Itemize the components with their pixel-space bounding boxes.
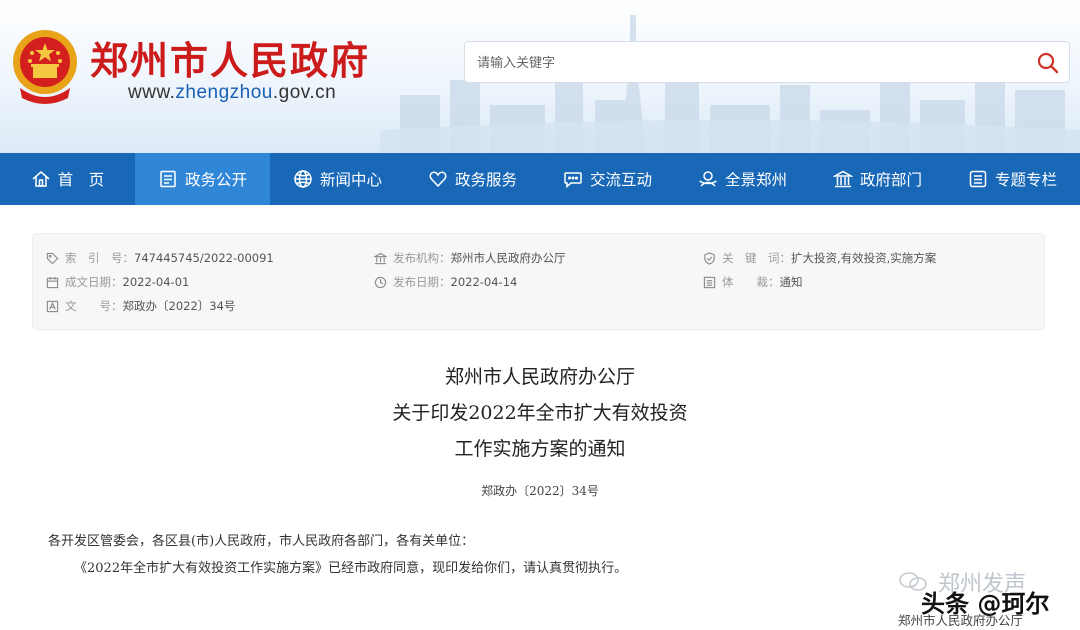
national-emblem-icon (13, 30, 77, 104)
document-icon (160, 170, 176, 188)
nav-item-government-affairs[interactable]: 政务公开 (135, 153, 270, 205)
site-url[interactable]: www.zhengzhou.gov.cn (128, 82, 336, 104)
nav-item-special-topics[interactable]: 专题专栏 (945, 153, 1080, 205)
meta-published-label: 发布日期： (393, 275, 451, 289)
nav-item-interaction[interactable]: 交流互动 (540, 153, 675, 205)
search-input[interactable] (475, 51, 999, 75)
nav-item-news[interactable]: 新闻中心 (270, 153, 405, 205)
search-box (464, 41, 1070, 83)
nav-item-label: 专题专栏 (994, 171, 1057, 189)
meta-issuer-value: 郑州市人民政府办公厅 (450, 251, 566, 265)
meta-published-value: 2022-04-14 (450, 275, 518, 289)
nav-item-panorama[interactable]: 全景郑州 (675, 153, 810, 205)
meta-keywords-value: 扩大投资,有效投资,实施方案 (791, 251, 937, 265)
text-icon (46, 300, 59, 312)
nav-item-services[interactable]: 政务服务 (405, 153, 540, 205)
doc-title-line3: 工作实施方案的通知 (454, 438, 626, 460)
doc-title-line2: 关于印发2022年全市扩大有效投资 (392, 402, 688, 424)
site-header: 郑州市人民政府 www.zhengzhou.gov.cn (0, 0, 1080, 153)
list-icon (969, 170, 987, 188)
meta-keywords-label: 关 键 词： (722, 251, 791, 265)
meta-created-value: 2022-04-01 (122, 275, 190, 289)
nav-item-label: 新闻中心 (319, 171, 382, 189)
home-icon (32, 171, 50, 187)
nav-item-departments[interactable]: 政府部门 (810, 153, 945, 205)
meta-index: 索 引 号： 747445745/2022-00091 (46, 250, 274, 266)
calendar-icon (46, 276, 59, 288)
meta-docno-label: 文 号： (65, 299, 123, 313)
shield-check-icon (704, 251, 715, 265)
nav-item-label: 交流互动 (589, 171, 652, 189)
meta-docno-value: 郑政办〔2022〕34号 (122, 299, 236, 313)
url-suffix: .gov.cn (272, 82, 337, 103)
meta-genre: 体 裁： 通知 (703, 274, 803, 290)
meta-published: 发布日期： 2022-04-14 (374, 274, 517, 290)
nav-item-home[interactable]: 首 页 (0, 153, 135, 205)
watermark-signature: 郑州市人民政府办公厅 (898, 613, 1024, 628)
doc-paragraph-notice: 《2022年全市扩大有效投资工作实施方案》已经市政府同意，现印发给你们，请认真贯… (74, 561, 628, 576)
user-view-icon (699, 171, 717, 187)
meta-keywords: 关 键 词： 扩大投资,有效投资,实施方案 (703, 250, 936, 266)
nav-item-label: 政府部门 (859, 171, 922, 189)
nav-item-label: 首 页 (57, 171, 105, 189)
tag-icon (46, 252, 59, 264)
nav-item-label: 政务服务 (454, 171, 517, 189)
doc-paragraph-recipients: 各开发区管委会，各区县(市)人民政府，市人民政府各部门，各有关单位： (48, 534, 475, 549)
meta-index-label: 索 引 号： (65, 251, 134, 265)
clock-icon (374, 276, 387, 288)
meta-created-label: 成文日期： (65, 275, 123, 289)
chat-icon (564, 172, 582, 189)
meta-genre-value: 通知 (779, 275, 803, 289)
meta-docno: 文 号： 郑政办〔2022〕34号 (46, 298, 235, 314)
meta-index-value: 747445745/2022-00091 (134, 251, 274, 265)
url-prefix: www. (128, 82, 176, 103)
institution-icon (374, 252, 387, 264)
meta-genre-label: 体 裁： (722, 275, 780, 289)
globe-icon (294, 170, 312, 188)
site-title[interactable]: 郑州市人民政府 (90, 30, 370, 85)
main-nav: 首 页 政务公开 新闻中心 政务服务 交流互动 全景郑州 政府部门 专题专栏 (0, 153, 1080, 205)
meta-issuer: 发布机构： 郑州市人民政府办公厅 (374, 250, 566, 266)
url-highlight: zhengzhou (175, 82, 273, 103)
nav-item-label: 政务公开 (184, 171, 247, 189)
document-meta-panel: 索 引 号： 747445745/2022-00091 成文日期： 2022-0… (32, 233, 1045, 330)
meta-created: 成文日期： 2022-04-01 (46, 274, 189, 290)
building-icon (832, 170, 853, 188)
doc-title-line1: 郑州市人民政府办公厅 (444, 366, 635, 388)
doc-number: 郑政办〔2022〕34号 (481, 484, 599, 498)
list-icon (703, 276, 716, 288)
nav-item-label: 全景郑州 (724, 171, 787, 189)
meta-issuer-label: 发布机构： (393, 251, 451, 265)
search-icon[interactable] (1035, 50, 1061, 76)
heart-icon (429, 171, 447, 188)
